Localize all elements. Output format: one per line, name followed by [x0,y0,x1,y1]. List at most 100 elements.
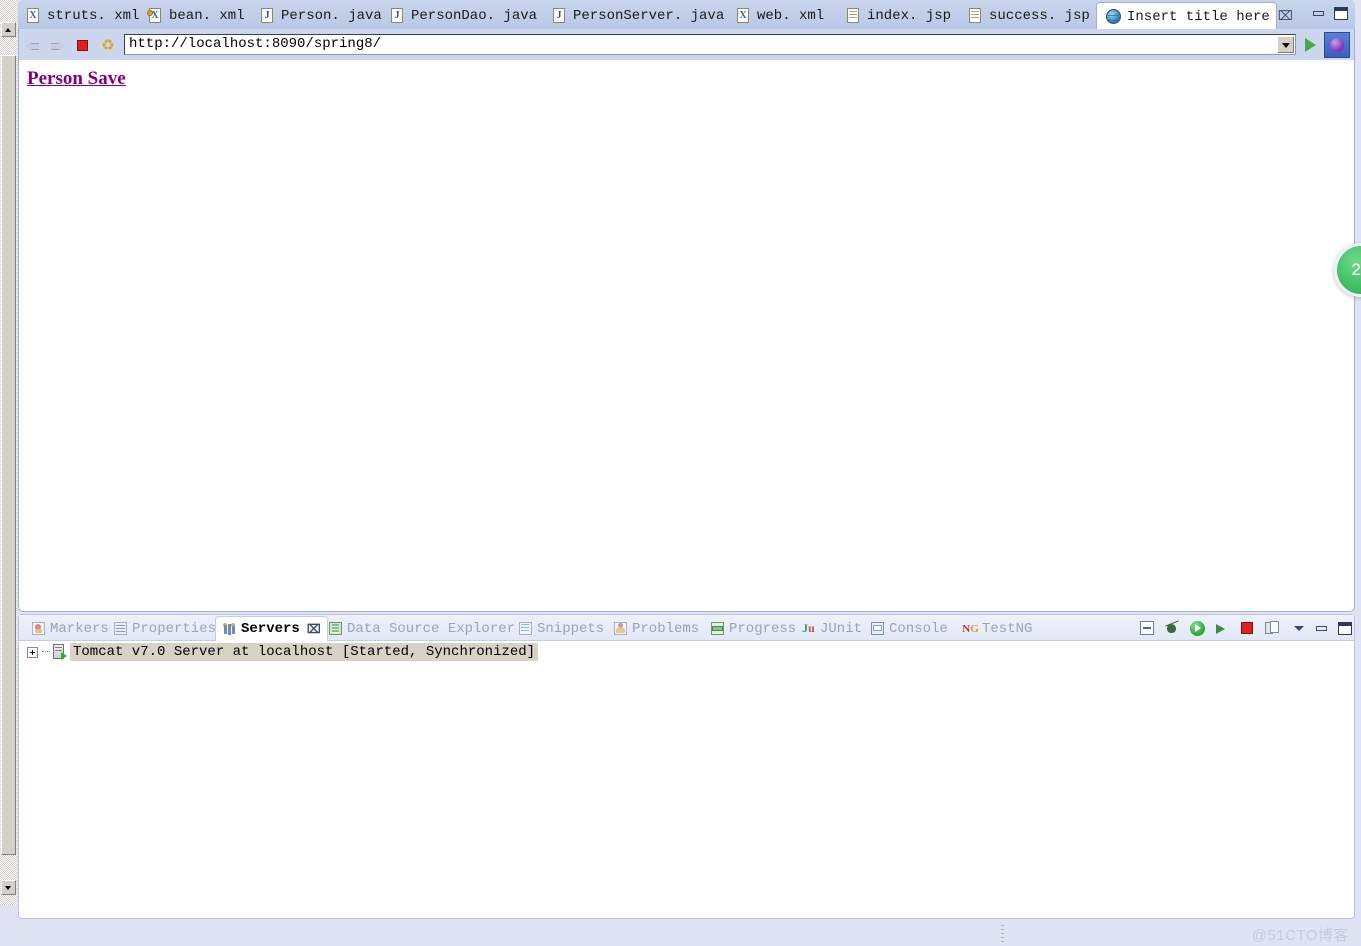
editor-tab-web-xml[interactable]: Xweb. xml [728,2,834,29]
go-button[interactable] [1298,33,1324,57]
notification-count-label: 28 [1351,260,1361,279]
maximize-icon[interactable] [1337,620,1354,637]
editor-tab-close-icon[interactable]: ⌧ [1278,10,1293,23]
bottom-tab-problems[interactable]: Problems [607,616,705,641]
editor-tab-label: Person. java [281,7,382,24]
forward-button[interactable] [47,34,69,56]
bottom-tab-servers[interactable]: Servers ⌧ [215,616,328,641]
editor-tab-index-jsp[interactable]: index. jsp [838,2,956,29]
editor-maximize-button[interactable] [1333,6,1349,22]
editor-tab-label: struts. xml [47,7,140,24]
bottom-tab-data-source-explorer[interactable]: Data Source Explorer [322,616,521,641]
url-history-dropdown-icon[interactable] [1277,36,1294,53]
eclipse-workbench: Xstruts. xml Xbean. xml J Person. java J Pers… [0,0,1361,946]
bottom-tab-label: Markers [50,620,109,637]
bean-xml-icon: X [147,7,163,24]
bottom-tab-label: Snippets [537,620,605,637]
problems-icon [613,621,628,636]
bottom-tab-label: TestNG [982,620,1033,637]
markers-icon [31,621,46,636]
browser-toolbar: ♻ http://localhost:8090/spring8/ [18,29,1355,60]
xml-file-icon: X [737,7,751,24]
stop-button[interactable] [72,34,94,56]
editor-tab-success-jsp[interactable]: success. jsp [960,2,1092,29]
scrollbar-down-arrow[interactable] [1,880,16,895]
testng-icon: NG [962,622,979,635]
bottom-tab-console[interactable]: Console [864,616,954,641]
bottom-tab-label: Console [889,620,948,637]
status-bar: @51CTO博客 [0,921,1361,946]
url-bar[interactable]: http://localhost:8090/spring8/ [124,34,1296,55]
bottom-tab-junit[interactable]: Ju JUnit [795,616,868,641]
editor-tab-label: Insert title here [1127,8,1270,25]
refresh-icon: ♻ [101,36,115,54]
editor-tab-bar: Xstruts. xml Xbean. xml J Person. java J Pers… [18,0,1355,30]
globe-icon [1106,9,1121,24]
java-file-icon: J [391,7,405,24]
person-save-link[interactable]: Person Save [27,68,126,90]
server-name-label[interactable]: Tomcat v7.0 Server at localhost [Started… [70,643,539,661]
bottom-tab-snippets[interactable]: Snippets [512,616,610,641]
bottom-tab-label: Properties [132,620,217,637]
tomcat-server-icon [52,644,67,660]
editor-tab-label: PersonServer. java [573,7,725,24]
editor-tab-label: PersonDao. java [411,7,538,24]
progress-icon [710,621,725,636]
editor-area: Xstruts. xml Xbean. xml J Person. java J Pers… [18,0,1355,612]
view-menu-icon[interactable] [1291,620,1308,637]
bottom-tab-label: JUnit [820,620,863,637]
minimize-icon[interactable] [1314,620,1331,637]
bottom-tab-close-icon[interactable]: ⌧ [307,622,321,637]
back-arrow-icon [25,40,40,51]
editor-tab-label: web. xml [757,7,825,24]
editor-tab-label: success. jsp [989,7,1090,24]
console-icon [870,621,885,636]
stop-server-icon[interactable] [1239,620,1256,637]
watermark-label: @51CTO博客 [1251,927,1349,944]
editor-tab-struts-xml[interactable]: Xstruts. xml [18,2,140,29]
properties-icon [113,621,128,636]
forward-arrow-icon [50,40,65,51]
editor-tab-bean-xml[interactable]: Xbean. xml [140,2,248,29]
scrollbar-up-arrow[interactable] [1,22,16,37]
bottom-tab-label: Data Source Explorer [347,620,516,637]
workbench-vertical-scrollbar[interactable] [0,0,17,905]
scrollbar-thumb[interactable] [1,55,16,855]
xml-file-icon: X [27,7,41,24]
snippets-icon [518,621,533,636]
bottom-tab-testng[interactable]: N G TestNG [957,616,1038,641]
resize-grip[interactable] [1001,925,1004,942]
publish-icon[interactable] [1264,620,1281,637]
database-icon [328,621,343,636]
bottom-tab-label: Progress [729,620,797,637]
bottom-tab-properties[interactable]: Properties [107,616,222,641]
open-external-browser-button[interactable] [1324,31,1350,58]
expand-plus-icon[interactable] [27,646,38,658]
java-file-icon: J [261,7,275,24]
profile-icon[interactable] [1214,620,1231,637]
junit-icon: Ju [802,621,815,635]
bottom-view-panel: Markers Properties Servers ⌧ Data Source Exp… [18,614,1355,919]
collapse-all-icon[interactable] [1139,620,1156,637]
bottom-tab-bar: Markers Properties Servers ⌧ Data Source Exp… [19,615,1354,641]
jsp-file-icon [847,7,861,24]
editor-tab-label: index. jsp [867,7,952,24]
editor-tab-personserver-java[interactable]: J PersonServer. java [544,2,724,29]
editor-tab-person-java[interactable]: J Person. java [252,2,382,29]
editor-tab-insert-title-here[interactable]: Insert title here ⌧ [1096,2,1293,30]
editor-minimize-button[interactable] [1311,6,1327,22]
start-server-icon[interactable] [1189,620,1206,637]
debug-icon[interactable] [1164,620,1181,637]
java-file-icon: J [553,7,567,24]
server-tree-row[interactable]: Tomcat v7.0 Server at localhost [Started… [19,642,539,662]
back-button[interactable] [22,34,44,56]
editor-tab-persondao-java[interactable]: J PersonDao. java [382,2,540,29]
bottom-tab-progress[interactable]: Progress [704,616,802,641]
bottom-tab-markers[interactable]: Markers [25,616,115,641]
refresh-button[interactable]: ♻ [97,34,119,56]
jsp-file-icon [969,7,983,24]
bottom-tab-label: Servers [241,621,300,637]
servers-icon [222,622,237,637]
browser-page-canvas: Person Save [18,60,1355,612]
url-input[interactable]: http://localhost:8090/spring8/ [125,35,381,54]
